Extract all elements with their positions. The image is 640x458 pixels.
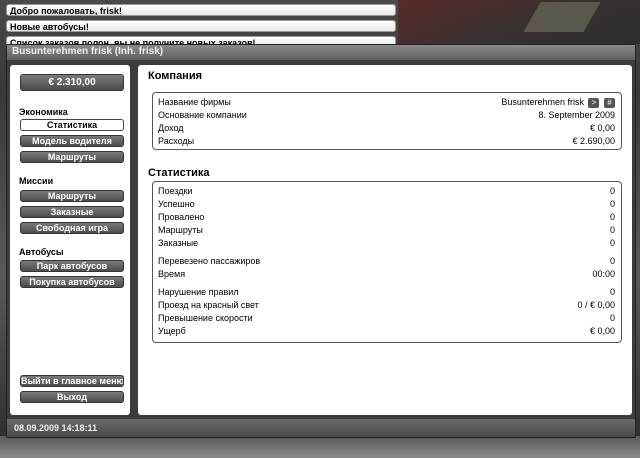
stat-label: Провалено: [158, 212, 205, 222]
stat-row: Успешно 0: [158, 198, 615, 210]
notification-welcome: Добро пожаловать, frisk!: [6, 4, 396, 16]
statistics-heading: Статистика: [148, 167, 210, 179]
stat-row: Поездки 0: [158, 185, 615, 197]
section-economy-title: Экономика: [19, 107, 68, 117]
stat-value: 0: [609, 238, 615, 248]
rename-arrow-button[interactable]: >: [588, 97, 600, 108]
stat-row: Маршруты 0: [158, 224, 615, 236]
company-row: Доход € 0,00: [158, 122, 615, 134]
stat-value: 0: [609, 225, 615, 235]
main-menu-button[interactable]: Выйти в главное меню: [20, 375, 124, 387]
company-name-value-group: Busunterehmen frisk > #: [501, 96, 615, 108]
sidebar: € 2.310,00 Экономика Статистика Модель в…: [10, 65, 130, 415]
stat-value: 0: [609, 212, 615, 222]
window-title: Busunterehmen frisk (Inh. frisk): [7, 45, 635, 60]
statistics-box: Поездки 0 Успешно 0 Провалено 0 Маршруты 0 З…: [152, 181, 622, 343]
stat-row: Перевезено пассажиров 0: [158, 255, 615, 267]
background-beam: [398, 0, 640, 44]
stat-value: 00:00: [592, 269, 615, 279]
stat-label: Нарушение правил: [158, 287, 239, 297]
stat-row: Нарушение правил 0: [158, 286, 615, 298]
company-row: Основание компании 8. September 2009: [158, 109, 615, 121]
founding-label: Основание компании: [158, 110, 247, 120]
stat-label: Ущерб: [158, 326, 186, 336]
expenses-label: Расходы: [158, 136, 195, 146]
stat-row: Ущерб € 0,00: [158, 325, 615, 337]
content-panel: Компания Название фирмы Busunterehmen fr…: [138, 65, 632, 415]
section-buses-title: Автобусы: [19, 247, 64, 257]
bus-fleet-button[interactable]: Парк автобусов: [20, 260, 124, 272]
stat-row: Время 00:00: [158, 268, 615, 280]
company-window: Busunterehmen frisk (Inh. frisk) € 2.310…: [6, 44, 636, 438]
stat-row: Проезд на красный свет 0 / € 0,00: [158, 299, 615, 311]
charter-button[interactable]: Заказные: [20, 206, 124, 218]
stat-value: 0: [609, 186, 615, 196]
company-box: Название фирмы Busunterehmen frisk > # О…: [152, 92, 622, 150]
stat-label: Маршруты: [158, 225, 203, 235]
section-missions-title: Миссии: [19, 176, 54, 186]
stat-value: 0: [609, 256, 615, 266]
company-name-label: Название фирмы: [158, 97, 231, 107]
company-row: Расходы € 2.690,00: [158, 135, 615, 147]
status-bar-datetime: 08.09.2009 14:18:11: [7, 419, 635, 437]
expenses-value: € 2.690,00: [572, 136, 615, 146]
stat-value: 0: [609, 199, 615, 209]
income-value: € 0,00: [589, 123, 615, 133]
driver-model-button[interactable]: Модель водителя: [20, 135, 124, 147]
stat-label: Успешно: [158, 199, 195, 209]
stat-label: Поездки: [158, 186, 193, 196]
company-logo-button[interactable]: #: [604, 97, 615, 108]
company-heading: Компания: [148, 70, 203, 82]
stat-label: Время: [158, 269, 186, 279]
stat-row: Провалено 0: [158, 211, 615, 223]
stat-value: € 0,00: [589, 326, 615, 336]
company-row: Название фирмы Busunterehmen frisk > #: [158, 96, 615, 108]
founding-value: 8. September 2009: [538, 110, 615, 120]
company-name-value: Busunterehmen frisk: [501, 97, 584, 107]
stat-label: Проезд на красный свет: [158, 300, 259, 310]
exit-button[interactable]: Выход: [20, 391, 124, 403]
stat-row: Превышение скорости 0: [158, 312, 615, 324]
stat-label: Заказные: [158, 238, 199, 248]
stat-value: 0: [609, 313, 615, 323]
economy-routes-button[interactable]: Маршруты: [20, 151, 124, 163]
notification-new-buses: Новые автобусы!: [6, 20, 396, 32]
mission-routes-button[interactable]: Маршруты: [20, 190, 124, 202]
stat-label: Превышение скорости: [158, 313, 253, 323]
free-play-button[interactable]: Свободная игра: [20, 222, 124, 234]
stat-value: 0 / € 0,00: [577, 300, 615, 310]
income-label: Доход: [158, 123, 184, 133]
statistics-button[interactable]: Статистика: [20, 119, 124, 131]
stat-row: Заказные 0: [158, 237, 615, 249]
stat-value: 0: [609, 287, 615, 297]
background-floor: [0, 436, 640, 458]
money-display: € 2.310,00: [20, 74, 124, 91]
buy-buses-button[interactable]: Покупка автобусов: [20, 276, 124, 288]
stat-label: Перевезено пассажиров: [158, 256, 261, 266]
